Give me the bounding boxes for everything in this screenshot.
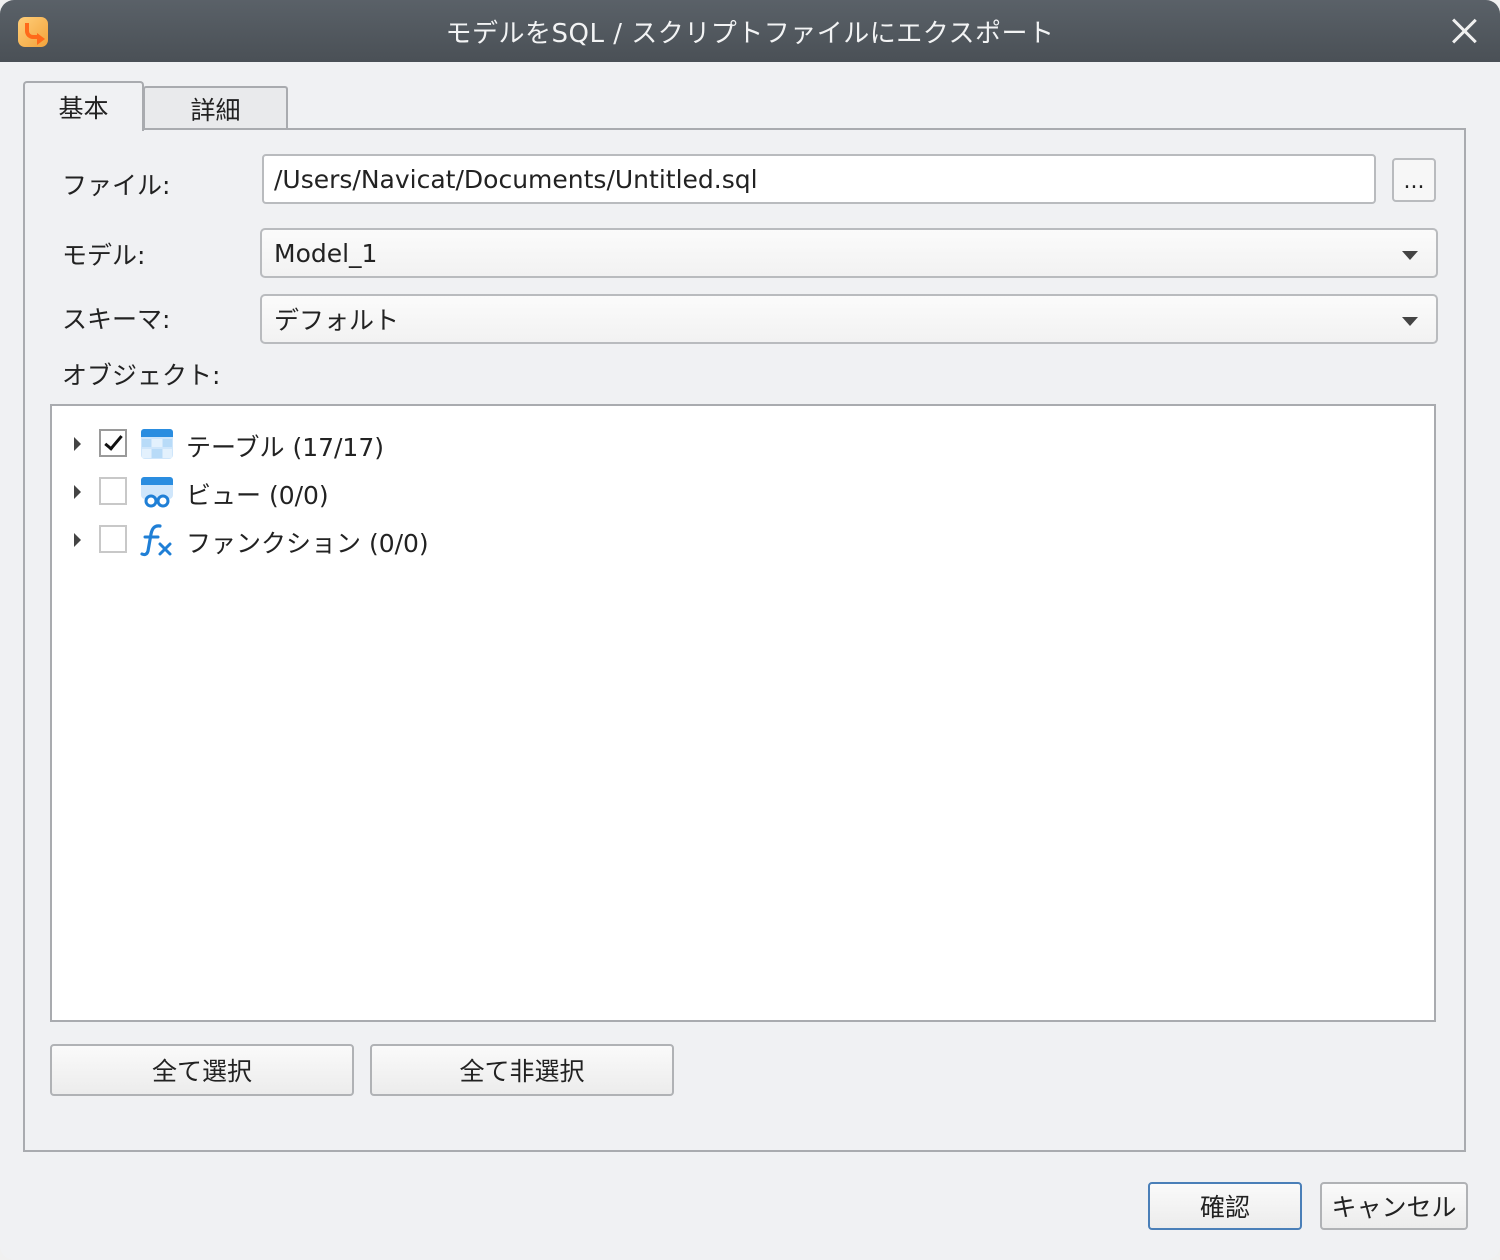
tab-advanced[interactable]: 詳細 bbox=[143, 86, 288, 130]
expand-arrow-icon[interactable] bbox=[74, 485, 81, 499]
tab-basic[interactable]: 基本 bbox=[23, 81, 144, 131]
window-title: モデルをSQL / スクリプトファイルにエクスポート bbox=[445, 18, 1055, 49]
object-tree[interactable]: テーブル (17/17) ビュー (0/0) ファンクション (0/0) bbox=[50, 404, 1436, 1022]
tab-label: 基本 bbox=[58, 94, 109, 123]
deselect-all-button[interactable]: 全て非選択 bbox=[370, 1044, 674, 1096]
close-icon[interactable] bbox=[1450, 17, 1478, 45]
app-icon bbox=[18, 17, 48, 47]
file-path-input[interactable]: /Users/Navicat/Documents/Untitled.sql bbox=[262, 154, 1376, 204]
tree-row-views[interactable]: ビュー (0/0) bbox=[52, 472, 1434, 512]
model-value: Model_1 bbox=[274, 238, 378, 268]
expand-arrow-icon[interactable] bbox=[74, 437, 81, 451]
schema-label: スキーマ: bbox=[62, 305, 171, 334]
tree-row-label: ファンクション (0/0) bbox=[186, 529, 429, 558]
objects-label: オブジェクト: bbox=[62, 361, 221, 390]
browse-button[interactable]: ... bbox=[1392, 158, 1436, 202]
view-icon bbox=[141, 477, 173, 508]
select-all-button[interactable]: 全て選択 bbox=[50, 1044, 354, 1096]
export-dialog: モデルをSQL / スクリプトファイルにエクスポート 基本 詳細 ファイル: /… bbox=[0, 0, 1500, 1260]
checkmark-icon bbox=[104, 431, 123, 451]
button-label: 確認 bbox=[1199, 1193, 1250, 1222]
tab-label: 詳細 bbox=[190, 96, 241, 125]
expand-arrow-icon[interactable] bbox=[74, 533, 81, 547]
tree-row-functions[interactable]: ファンクション (0/0) bbox=[52, 520, 1434, 560]
model-select[interactable]: Model_1 bbox=[260, 228, 1438, 278]
table-icon bbox=[141, 429, 173, 459]
tree-row-tables[interactable]: テーブル (17/17) bbox=[52, 424, 1434, 464]
cancel-button[interactable]: キャンセル bbox=[1320, 1182, 1468, 1230]
tree-row-label: テーブル (17/17) bbox=[186, 433, 384, 462]
tables-checkbox[interactable] bbox=[99, 429, 127, 457]
functions-checkbox[interactable] bbox=[99, 525, 127, 553]
title-bar[interactable]: モデルをSQL / スクリプトファイルにエクスポート bbox=[0, 0, 1500, 62]
button-label: キャンセル bbox=[1331, 1193, 1457, 1222]
schema-select[interactable]: デフォルト bbox=[260, 294, 1438, 344]
function-icon bbox=[140, 524, 172, 557]
schema-value: デフォルト bbox=[274, 306, 400, 335]
button-label: 全て選択 bbox=[151, 1057, 252, 1086]
browse-label: ... bbox=[1403, 169, 1425, 194]
views-checkbox[interactable] bbox=[99, 477, 127, 505]
button-label: 全て非選択 bbox=[459, 1057, 585, 1086]
file-path-value: /Users/Navicat/Documents/Untitled.sql bbox=[274, 164, 758, 194]
file-label: ファイル: bbox=[62, 171, 171, 200]
chevron-down-icon bbox=[1402, 317, 1418, 326]
tree-row-label: ビュー (0/0) bbox=[186, 481, 329, 510]
ok-button[interactable]: 確認 bbox=[1148, 1182, 1302, 1230]
chevron-down-icon bbox=[1402, 251, 1418, 260]
model-label: モデル: bbox=[62, 241, 146, 270]
